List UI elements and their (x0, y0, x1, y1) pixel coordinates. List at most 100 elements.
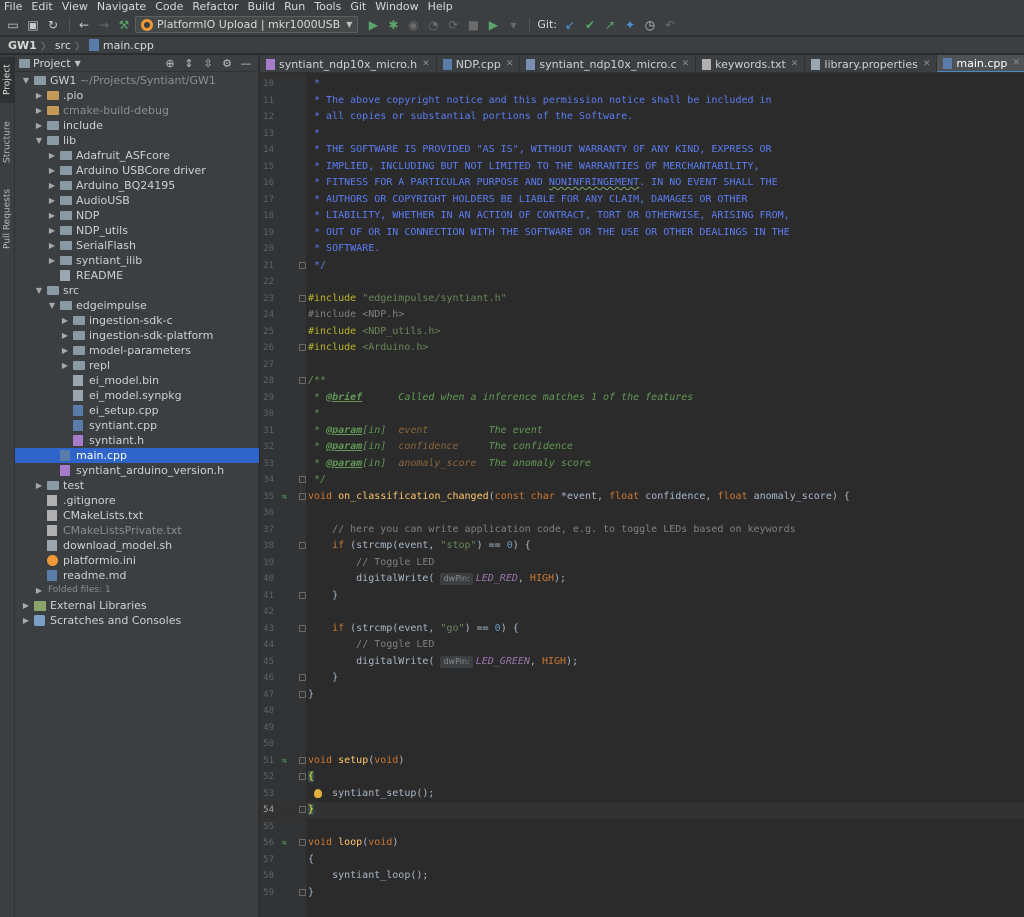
menu-item-tools[interactable]: Tools (314, 0, 341, 14)
tree-item[interactable]: platformio.ini (15, 553, 259, 568)
tree-item[interactable]: ▶ NDP (15, 208, 259, 223)
tool-tab-pull-requests[interactable]: Pull Requests (0, 181, 15, 257)
menu-item-window[interactable]: Window (375, 0, 418, 14)
tree-item[interactable]: syntiant.h (15, 433, 259, 448)
tree-item[interactable]: ▶ ingestion-sdk-platform (15, 328, 259, 343)
code-line[interactable]: 33 * @param[in] anomaly_score The anomal… (260, 456, 1024, 473)
profile-icon[interactable]: ◔ (424, 16, 442, 34)
code-line[interactable]: 27 (260, 357, 1024, 374)
menu-item-build[interactable]: Build (248, 0, 276, 14)
chevron-right-icon[interactable]: ▶ (47, 223, 57, 238)
code-line[interactable]: 41 } (260, 588, 1024, 605)
tree-item[interactable]: ▶ NDP_utils (15, 223, 259, 238)
chevron-down-icon[interactable]: ▼ (34, 133, 44, 148)
fold-marker-icon[interactable] (299, 591, 306, 599)
project-view-selector[interactable]: Project (33, 57, 71, 70)
code-line[interactable]: 13 * (260, 126, 1024, 143)
fold-marker-icon[interactable] (299, 261, 306, 269)
code-line[interactable]: 58 syntiant_loop(); (260, 868, 1024, 885)
tool-tab-project[interactable]: Project (0, 57, 15, 103)
chevron-right-icon[interactable]: ▶ (34, 88, 44, 103)
code-line[interactable]: 43 if (strcmp(event, "go") == 0) { (260, 621, 1024, 638)
code-line[interactable]: 23 #include "edgeimpulse/syntiant.h" (260, 291, 1024, 308)
git-branch-icon[interactable]: ✦ (621, 16, 639, 34)
git-update-icon[interactable]: ↙ (561, 16, 579, 34)
code-line[interactable]: 15 * IMPLIED, INCLUDING BUT NOT LIMITED … (260, 159, 1024, 176)
tree-item[interactable]: ▶ test (15, 478, 259, 493)
fold-marker-icon[interactable] (299, 294, 306, 302)
editor-tab[interactable]: keywords.txt ✕ (696, 55, 806, 72)
tree-item[interactable]: ▶ ingestion-sdk-c (15, 313, 259, 328)
chevron-right-icon[interactable]: ▶ (21, 598, 31, 613)
fold-marker-icon[interactable] (299, 377, 306, 384)
chevron-right-icon[interactable]: ▶ (47, 193, 57, 208)
chevron-right-icon[interactable]: ▶ (60, 343, 70, 358)
menu-item-help[interactable]: Help (428, 0, 453, 14)
chevron-right-icon[interactable]: ▶ (47, 148, 57, 163)
lightbulb-icon[interactable] (314, 788, 322, 798)
code-line[interactable]: 22 (260, 274, 1024, 291)
code-line[interactable]: 35 ⇆ void on_classification_changed(const … (260, 489, 1024, 506)
tree-item[interactable]: download_model.sh (15, 538, 259, 553)
code-line[interactable]: 39 // Toggle LED (260, 555, 1024, 572)
tree-item[interactable]: ▼ edgeimpulse (15, 298, 259, 313)
fold-marker-icon[interactable] (299, 839, 306, 846)
code-line[interactable]: 17 * AUTHORS OR COPYRIGHT HOLDERS BE LIA… (260, 192, 1024, 209)
code-line[interactable]: 20 * SOFTWARE. (260, 241, 1024, 258)
fold-marker-icon[interactable] (299, 624, 306, 632)
editor-tab[interactable]: syntiant_ndp10x_micro.h ✕ (260, 55, 437, 72)
code-line[interactable]: 24 #include <NDP.h> (260, 307, 1024, 324)
code-line[interactable]: 14 * THE SOFTWARE IS PROVIDED "AS IS", W… (260, 142, 1024, 159)
code-line[interactable]: 57 { (260, 852, 1024, 869)
chevron-down-icon[interactable]: ▼ (47, 298, 57, 313)
chevron-right-icon[interactable]: ▶ (47, 163, 57, 178)
tree-item[interactable]: .gitignore (15, 493, 259, 508)
forward-icon[interactable]: → (95, 16, 113, 34)
menu-item-file[interactable]: File (4, 0, 22, 14)
code-line[interactable]: 55 (260, 819, 1024, 836)
code-line[interactable]: 21 */ (260, 258, 1024, 275)
fold-marker-icon[interactable] (299, 756, 306, 764)
hide-panel-icon[interactable]: — (238, 56, 254, 71)
back-icon[interactable]: ← (75, 16, 93, 34)
chevron-right-icon[interactable]: ▶ (34, 118, 44, 133)
git-history-icon[interactable]: ◷ (641, 16, 659, 34)
close-icon[interactable]: ✕ (422, 59, 430, 69)
fold-marker-icon[interactable] (299, 773, 306, 780)
code-line[interactable]: 42 (260, 604, 1024, 621)
editor-tab[interactable]: library.properties ✕ (805, 55, 938, 72)
breadcrumb-project[interactable]: GW1 (8, 39, 37, 52)
code-line[interactable]: 50 (260, 736, 1024, 753)
tree-item[interactable]: ▶ Folded files: 1 (15, 583, 259, 598)
locate-file-icon[interactable]: ⊕ (162, 56, 178, 71)
tree-item[interactable]: ▶ Scratches and Consoles (15, 613, 259, 628)
tree-item[interactable]: ▶ External Libraries (15, 598, 259, 613)
code-line[interactable]: 10 * (260, 76, 1024, 93)
run-icon[interactable]: ▶ (364, 16, 382, 34)
chevron-right-icon[interactable]: ▶ (47, 208, 57, 223)
menu-item-refactor[interactable]: Refactor (192, 0, 238, 14)
menu-item-view[interactable]: View (62, 0, 88, 14)
code-line[interactable]: 36 (260, 505, 1024, 522)
close-icon[interactable]: ✕ (506, 59, 514, 69)
tree-item[interactable]: ▶ cmake-build-debug (15, 103, 259, 118)
chevron-right-icon[interactable]: ▶ (60, 358, 70, 373)
tree-item[interactable]: CMakeListsPrivate.txt (15, 523, 259, 538)
code-line[interactable]: 34 */ (260, 472, 1024, 489)
tree-item[interactable]: ei_setup.cpp (15, 403, 259, 418)
tree-item[interactable]: README (15, 268, 259, 283)
breadcrumb-file[interactable]: main.cpp (88, 39, 154, 52)
tree-item[interactable]: readme.md (15, 568, 259, 583)
git-commit-icon[interactable]: ✔ (581, 16, 599, 34)
code-line[interactable]: 32 * @param[in] confidence The confidenc… (260, 439, 1024, 456)
tree-item[interactable]: ▶ SerialFlash (15, 238, 259, 253)
close-icon[interactable]: ✕ (682, 59, 690, 69)
chevron-right-icon[interactable]: ▶ (47, 238, 57, 253)
code-line[interactable]: 48 (260, 703, 1024, 720)
menu-item-code[interactable]: Code (155, 0, 183, 14)
code-line[interactable]: 53 syntiant_setup(); (260, 786, 1024, 803)
menu-item-run[interactable]: Run (284, 0, 305, 14)
code-line[interactable]: 31 * @param[in] event The event (260, 423, 1024, 440)
menu-item-navigate[interactable]: Navigate (97, 0, 146, 14)
chevron-right-icon[interactable]: ▶ (47, 178, 57, 193)
